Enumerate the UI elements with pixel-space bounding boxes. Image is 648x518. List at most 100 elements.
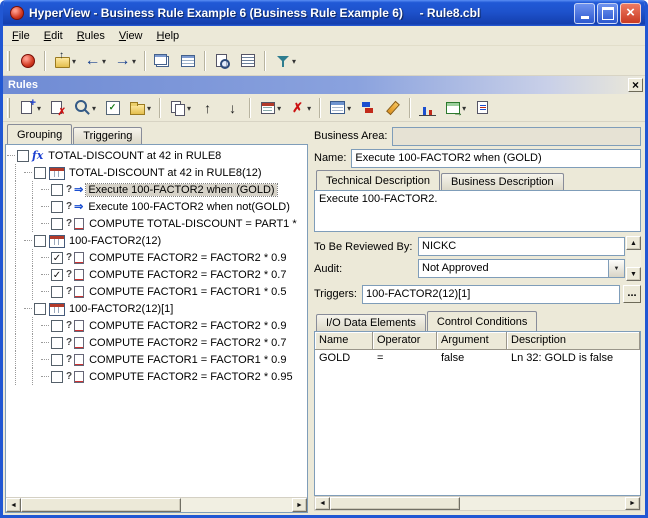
scroll-left-button[interactable] <box>315 497 330 510</box>
to-be-reviewed-by-field[interactable]: NICKC <box>418 237 625 256</box>
tree-checkbox[interactable] <box>51 354 63 366</box>
dropdown-caret-icon[interactable] <box>276 102 281 114</box>
edit-pencil-button[interactable] <box>381 97 404 119</box>
tree-item[interactable]: 100-FACTOR2(12) <box>7 232 306 249</box>
tree-item[interactable]: COMPUTE FACTOR2 = FACTOR2 * 0.95 <box>7 368 306 385</box>
title-bar[interactable]: HyperView - Business Rule Example 6 (Bus… <box>3 0 645 26</box>
triggers-field[interactable]: 100-FACTOR2(12)[1] <box>362 285 620 304</box>
delete-button[interactable] <box>286 97 314 119</box>
menu-file[interactable]: File <box>5 28 37 44</box>
search-button[interactable] <box>71 97 99 119</box>
column-header-name[interactable]: Name <box>315 332 373 350</box>
table-horizontal-scrollbar[interactable] <box>314 496 641 511</box>
chart-button[interactable] <box>416 97 439 119</box>
technical-description-box[interactable]: Execute 100-FACTOR2. <box>314 190 641 232</box>
move-down-button[interactable] <box>221 97 244 119</box>
dropdown-caret-icon[interactable] <box>306 102 311 114</box>
tree-checkbox[interactable] <box>51 218 63 230</box>
close-panel-button[interactable] <box>628 78 643 92</box>
move-up-button[interactable] <box>196 97 219 119</box>
close-button[interactable] <box>620 3 641 24</box>
business-area-field[interactable] <box>392 127 641 146</box>
filter-button[interactable] <box>271 50 299 72</box>
triggers-browse-button[interactable]: ... <box>623 285 641 303</box>
column-header-argument[interactable]: Argument <box>437 332 507 350</box>
tree-checkbox[interactable] <box>51 201 63 213</box>
tree-checkbox[interactable] <box>51 286 63 298</box>
window-list-button[interactable] <box>176 50 199 72</box>
scrollbar-thumb[interactable] <box>330 497 460 510</box>
maximize-button[interactable] <box>597 3 618 24</box>
tree-checkbox[interactable] <box>34 235 46 247</box>
tab-technical-description[interactable]: Technical Description <box>316 170 440 190</box>
tree-checkbox[interactable] <box>51 184 63 196</box>
tree-checkbox[interactable] <box>17 150 29 162</box>
tree-item[interactable]: ✓COMPUTE FACTOR2 = FACTOR2 * 0.9 <box>7 249 306 266</box>
tab-grouping[interactable]: Grouping <box>7 124 72 144</box>
grid-button[interactable] <box>326 97 354 119</box>
dropdown-caret-icon[interactable] <box>186 102 191 114</box>
report-button[interactable] <box>471 97 494 119</box>
menu-view[interactable]: View <box>112 28 150 44</box>
tree-checkbox[interactable] <box>34 167 46 179</box>
dropdown-caret-icon[interactable] <box>101 55 106 67</box>
column-header-description[interactable]: Description <box>507 332 640 350</box>
scroll-right-button[interactable] <box>625 497 640 510</box>
back-arrow-button[interactable] <box>81 50 109 72</box>
table-row[interactable]: GOLD=falseLn 32: GOLD is false <box>315 350 640 367</box>
scroll-down-button[interactable] <box>626 267 641 281</box>
dropdown-arrow-icon[interactable] <box>608 259 625 278</box>
tab-triggering[interactable]: Triggering <box>73 127 142 144</box>
print-preview-button[interactable] <box>211 50 234 72</box>
attributes-scrollbar[interactable] <box>626 236 641 281</box>
dropdown-caret-icon[interactable] <box>131 55 136 67</box>
tab-business-description[interactable]: Business Description <box>441 173 564 190</box>
tree-item[interactable]: Execute 100-FACTOR2 when (GOLD) <box>7 181 306 198</box>
tree-item[interactable]: Execute 100-FACTOR2 when not(GOLD) <box>7 198 306 215</box>
hyperview-gauge-button[interactable] <box>16 50 39 72</box>
tab-control-conditions[interactable]: Control Conditions <box>427 311 538 331</box>
toolbar-gripper[interactable] <box>7 51 10 71</box>
dropdown-caret-icon[interactable] <box>36 102 41 114</box>
scrollbar-track[interactable] <box>626 250 641 267</box>
tree-item[interactable]: TOTAL-DISCOUNT at 42 in RULE8 <box>7 147 306 164</box>
tree-checkbox[interactable] <box>51 337 63 349</box>
forward-arrow-button[interactable] <box>111 50 139 72</box>
copy-button[interactable] <box>166 97 194 119</box>
tree-item[interactable]: COMPUTE FACTOR2 = FACTOR2 * 0.9 <box>7 317 306 334</box>
tree-horizontal-scrollbar[interactable] <box>6 497 307 512</box>
column-header-operator[interactable]: Operator <box>373 332 437 350</box>
tree-checkbox[interactable] <box>51 320 63 332</box>
dropdown-caret-icon[interactable] <box>146 102 151 114</box>
tree-item[interactable]: ✓COMPUTE FACTOR2 = FACTOR2 * 0.7 <box>7 266 306 283</box>
tree-item[interactable]: COMPUTE FACTOR2 = FACTOR2 * 0.7 <box>7 334 306 351</box>
tree-item[interactable]: 100-FACTOR2(12)[1] <box>7 300 306 317</box>
new-rule-button[interactable] <box>16 97 44 119</box>
tree-checkbox[interactable] <box>51 371 63 383</box>
flag-button[interactable] <box>356 97 379 119</box>
new-window-button[interactable] <box>151 50 174 72</box>
validate-checkbox-button[interactable] <box>101 97 124 119</box>
scrollbar-track[interactable] <box>460 497 625 510</box>
menu-help[interactable]: Help <box>150 28 187 44</box>
tab-i-o-data-elements[interactable]: I/O Data Elements <box>316 314 426 331</box>
tree-item[interactable]: COMPUTE FACTOR1 = FACTOR1 * 0.5 <box>7 283 306 300</box>
tree-checkbox[interactable]: ✓ <box>51 252 63 264</box>
folder-button[interactable] <box>126 97 154 119</box>
up-one-level-button[interactable] <box>51 50 79 72</box>
dropdown-caret-icon[interactable] <box>71 55 76 67</box>
scroll-up-button[interactable] <box>626 236 641 250</box>
autodetect-button[interactable] <box>256 97 284 119</box>
name-field[interactable]: Execute 100-FACTOR2 when (GOLD) <box>351 149 641 168</box>
minimize-button[interactable] <box>574 3 595 24</box>
toolbar-gripper[interactable] <box>7 98 10 118</box>
dropdown-caret-icon[interactable] <box>346 102 351 114</box>
tree-checkbox[interactable]: ✓ <box>51 269 63 281</box>
tree-checkbox[interactable] <box>34 303 46 315</box>
view-details-button[interactable] <box>236 50 259 72</box>
delete-rule-button[interactable] <box>46 97 69 119</box>
scrollbar-track[interactable] <box>181 498 292 512</box>
scroll-left-button[interactable] <box>6 498 21 512</box>
audit-select[interactable]: Not Approved <box>418 259 625 278</box>
export-button[interactable] <box>441 97 469 119</box>
